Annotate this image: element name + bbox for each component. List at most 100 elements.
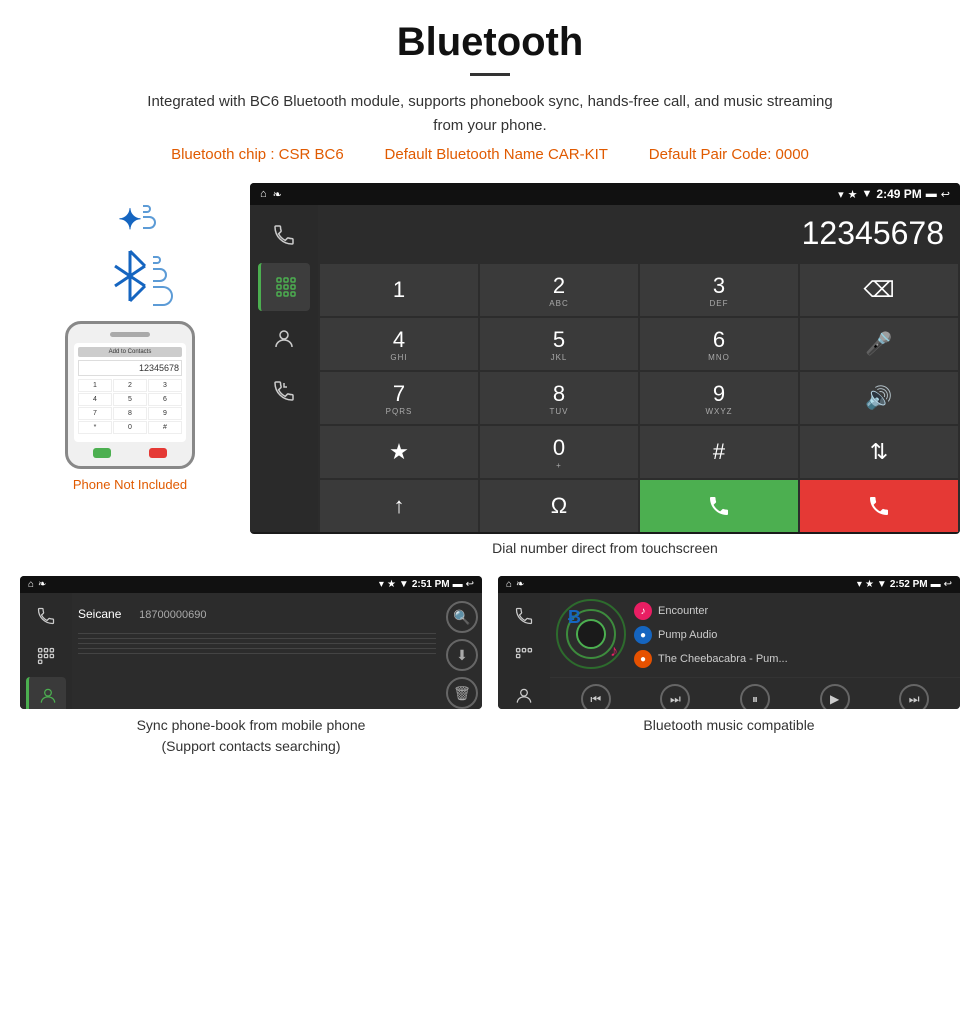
music-tracks-list: ♪ Encounter ● Pump Audio ● The Cheebacab… xyxy=(634,599,954,671)
sidebar-music[interactable] xyxy=(258,419,310,467)
key-3[interactable]: 3DEF xyxy=(640,264,798,316)
key-2[interactable]: 2ABC xyxy=(480,264,638,316)
mini-key-2[interactable]: 2 xyxy=(113,379,147,392)
track-name-1: Encounter xyxy=(658,605,708,617)
track-2[interactable]: ● Pump Audio xyxy=(634,623,954,647)
key-4[interactable]: 4GHI xyxy=(320,318,478,370)
ctrl-play-pause[interactable]: ⏸ xyxy=(740,684,770,709)
key-8[interactable]: 8TUV xyxy=(480,372,638,424)
download-contact-btn[interactable]: ⬇ xyxy=(446,639,478,671)
mini-key-6[interactable]: 6 xyxy=(148,393,182,406)
bt-wave-small xyxy=(143,205,151,213)
contacts-back-icon[interactable]: ↩ xyxy=(466,579,474,590)
mini-key-star[interactable]: * xyxy=(78,421,112,434)
contacts-sidebar xyxy=(20,593,72,709)
ctrl-prev-track[interactable]: ⏮ xyxy=(581,684,611,709)
contacts-svg-icon xyxy=(272,327,296,351)
mini-key-3[interactable]: 3 xyxy=(148,379,182,392)
sidebar-phone[interactable] xyxy=(258,211,310,259)
status-time-main: 2:49 PM xyxy=(876,187,921,201)
sidebar-contacts[interactable] xyxy=(258,315,310,363)
music-battery-icon: ▬ xyxy=(931,579,941,590)
ctrl-skip-back[interactable]: ⏭ xyxy=(660,684,690,709)
contacts-sb-phone[interactable] xyxy=(26,597,66,635)
key-star[interactable]: ★ xyxy=(320,426,478,478)
mini-key-4[interactable]: 4 xyxy=(78,393,112,406)
dial-sidebar xyxy=(250,205,318,532)
status-right-main: ▾ ★ ▼ 2:49 PM ▬ ↩ xyxy=(838,187,950,201)
wifi-icon: ▼ xyxy=(862,188,873,200)
back-icon[interactable]: ↩ xyxy=(941,188,950,201)
ctrl-skip-fwd[interactable]: ▶ xyxy=(820,684,850,709)
add-contact-label: Add to Contacts xyxy=(78,347,182,357)
bt-wave-large xyxy=(143,216,156,229)
contacts-caption-line2: (Support contacts searching) xyxy=(162,738,341,754)
phone-mockup: Add to Contacts 12345678 1 2 3 4 5 6 7 8… xyxy=(65,321,195,469)
mini-key-0[interactable]: 0 xyxy=(113,421,147,434)
key-transfer[interactable]: ⇅ xyxy=(800,426,958,478)
key-backspace[interactable]: ⌫ xyxy=(800,264,958,316)
music-controls: ⏮ ⏭ ⏸ ▶ ⏭ xyxy=(550,677,960,709)
track-name-3: The Cheebacabra - Pum... xyxy=(658,653,788,665)
key-swap[interactable]: Ω xyxy=(480,480,638,532)
search-contact-btn[interactable]: 🔍 xyxy=(446,601,478,633)
music-loc-icon: ▾ xyxy=(857,579,862,590)
call-answer-icon xyxy=(707,494,731,518)
ctrl-next-track[interactable]: ⏭ xyxy=(899,684,929,709)
track-3[interactable]: ● The Cheebacabra - Pum... xyxy=(634,647,954,671)
mini-end-btn[interactable] xyxy=(149,448,167,458)
key-6[interactable]: 6MNO xyxy=(640,318,798,370)
home-icon[interactable]: ⌂ xyxy=(260,188,267,200)
key-1[interactable]: 1 xyxy=(320,264,478,316)
music-contacts-icon xyxy=(514,686,534,706)
phone-speaker xyxy=(110,332,150,337)
main-caption: Dial number direct from touchscreen xyxy=(250,540,960,556)
music-visual: Ƀ ♪ xyxy=(556,599,626,669)
track-1[interactable]: ♪ Encounter xyxy=(634,599,954,623)
mini-key-9[interactable]: 9 xyxy=(148,407,182,420)
keypad-grid: 1 2ABC 3DEF ⌫ 4GHI 5JKL 6MNO 🎤 7PQRS 8TU… xyxy=(318,262,960,534)
key-0[interactable]: 0+ xyxy=(480,426,638,478)
mini-key-8[interactable]: 8 xyxy=(113,407,147,420)
wave-l xyxy=(153,286,173,306)
main-content: ✦ Add to xyxy=(0,183,980,556)
contacts-status-left: ⌂ ❧ xyxy=(28,579,46,590)
key-9[interactable]: 9WXYZ xyxy=(640,372,798,424)
key-5[interactable]: 5JKL xyxy=(480,318,638,370)
contacts-sb-dialpad[interactable] xyxy=(26,637,66,675)
music-status-bar: ⌂ ❧ ▾ ★ ▼ 2:52 PM ▬ ↩ xyxy=(498,576,960,593)
mini-key-7[interactable]: 7 xyxy=(78,407,112,420)
music-sb-contacts[interactable] xyxy=(504,677,544,709)
contacts-contact-icon xyxy=(38,686,58,706)
key-call-answer[interactable] xyxy=(640,480,798,532)
contacts-wifi-icon: ▼ xyxy=(399,579,409,590)
key-merge[interactable]: ↑ xyxy=(320,480,478,532)
sidebar-recent[interactable] xyxy=(258,367,310,415)
music-sb-dialpad[interactable] xyxy=(504,637,544,675)
car-screen-main: ⌂ ❧ ▾ ★ ▼ 2:49 PM ▬ ↩ xyxy=(250,183,960,534)
bluetooth-icon: ✦ xyxy=(118,204,141,235)
mini-key-hash[interactable]: # xyxy=(148,421,182,434)
contacts-sb-contacts[interactable] xyxy=(26,677,66,709)
bt-glyph-area xyxy=(105,246,155,315)
sidebar-dialpad[interactable] xyxy=(258,263,310,311)
contacts-caption: Sync phone-book from mobile phone (Suppo… xyxy=(20,715,482,848)
contacts-card-body: Seicane 18700000690 🔍 ⬇ 🗑 xyxy=(20,593,482,709)
music-back-icon[interactable]: ↩ xyxy=(944,579,952,590)
key-hash[interactable]: # xyxy=(640,426,798,478)
contacts-usb-icon: ❧ xyxy=(38,579,46,590)
key-mute[interactable]: 🎤 xyxy=(800,318,958,370)
music-home-icon[interactable]: ⌂ xyxy=(506,579,512,590)
music-sb-phone[interactable] xyxy=(504,597,544,635)
mini-call-btn[interactable] xyxy=(93,448,111,458)
contacts-home-icon[interactable]: ⌂ xyxy=(28,579,34,590)
delete-contact-btn[interactable]: 🗑 xyxy=(446,677,478,709)
mini-key-5[interactable]: 5 xyxy=(113,393,147,406)
key-call-end[interactable] xyxy=(800,480,958,532)
phone-area: ✦ Add to xyxy=(20,183,240,556)
key-volume[interactable]: 🔊 xyxy=(800,372,958,424)
music-status-right: ▾ ★ ▼ 2:52 PM ▬ ↩ xyxy=(857,579,952,590)
contact-number: 18700000690 xyxy=(139,609,206,621)
key-7[interactable]: 7PQRS xyxy=(320,372,478,424)
mini-key-1[interactable]: 1 xyxy=(78,379,112,392)
